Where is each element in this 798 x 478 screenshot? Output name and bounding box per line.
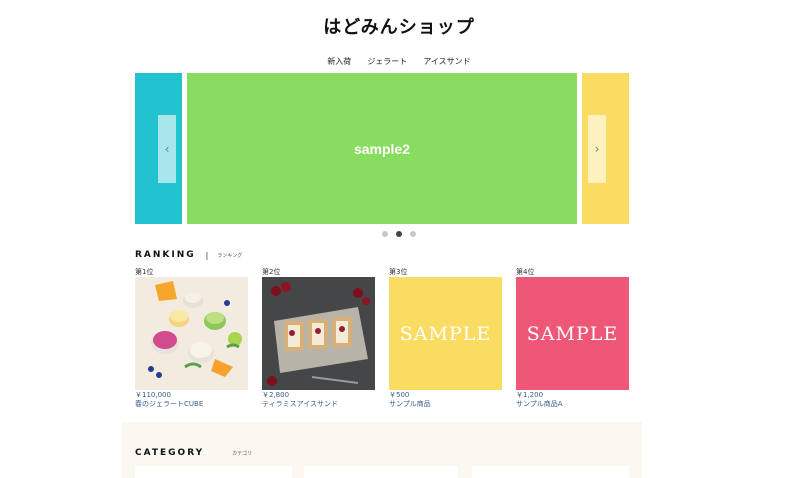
product-image-ice-sandwich[interactable] <box>262 277 375 390</box>
category-heading: CATEGORY カテゴリ <box>135 448 252 458</box>
ranking-heading-jp: ランキング <box>217 252 243 259</box>
ranking-heading-en: RANKING <box>135 250 196 260</box>
category-heading-jp: カテゴリ <box>232 450 253 457</box>
slide-label: sample2 <box>353 140 411 157</box>
product-price: ￥1,200 <box>516 391 544 399</box>
product-name-link[interactable]: サンプル商品A <box>516 400 629 409</box>
chevron-right-icon: › <box>594 142 600 156</box>
nav-item-new-arrivals[interactable]: 新入荷 <box>327 56 351 67</box>
product-name-link[interactable]: 春のジェラートCUBE <box>135 400 248 409</box>
slider-prev-button[interactable]: ‹ <box>158 115 176 183</box>
heading-separator: | <box>205 250 209 260</box>
nav-item-ice-sandwich[interactable]: アイスサンド <box>423 56 470 67</box>
ranking-item[interactable]: 第1位 ￥110,000 春のジェラートCUBE <box>135 267 248 409</box>
product-image-sample[interactable]: SAMPLE <box>516 277 629 390</box>
ranking-item[interactable]: 第3位 SAMPLE ￥500 サンプル商品 <box>389 267 502 409</box>
slider-dots <box>0 231 798 237</box>
slide-current[interactable]: sample2 <box>187 73 577 224</box>
rank-label: 第3位 <box>389 268 408 276</box>
ranking-item[interactable]: 第4位 SAMPLE ￥1,200 サンプル商品A <box>516 267 629 409</box>
category-card[interactable] <box>135 466 292 478</box>
product-name-link[interactable]: サンプル商品 <box>389 400 502 409</box>
category-card[interactable] <box>472 466 629 478</box>
category-card[interactable] <box>304 466 458 478</box>
hero-slider[interactable]: sample2 ‹ › <box>135 73 629 224</box>
main-nav: 新入荷 ジェラート アイスサンド <box>0 56 798 67</box>
rank-label: 第4位 <box>516 268 535 276</box>
chevron-left-icon: ‹ <box>164 142 170 156</box>
ranking-item[interactable]: 第2位 ￥2,800 ティラミスアイスサンド <box>262 267 375 409</box>
shop-title[interactable]: はどみんショップ <box>0 13 798 39</box>
slider-dot[interactable] <box>382 231 388 237</box>
product-name-link[interactable]: ティラミスアイスサンド <box>262 400 375 409</box>
slider-dot[interactable] <box>410 231 416 237</box>
slider-next-button[interactable]: › <box>588 115 606 183</box>
product-price: ￥110,000 <box>135 391 171 399</box>
sample-image-text: SAMPLE <box>399 322 492 345</box>
product-image-sample[interactable]: SAMPLE <box>389 277 502 390</box>
slider-dot-active[interactable] <box>396 231 402 237</box>
ranking-heading: RANKING | ランキング <box>135 250 242 260</box>
sample-image-text: SAMPLE <box>526 322 619 345</box>
product-price: ￥500 <box>389 391 410 399</box>
product-image-gelato-cups[interactable] <box>135 277 248 390</box>
product-price: ￥2,800 <box>262 391 290 399</box>
rank-label: 第1位 <box>135 268 154 276</box>
nav-item-gelato[interactable]: ジェラート <box>367 56 407 67</box>
rank-label: 第2位 <box>262 268 281 276</box>
category-heading-en: CATEGORY <box>135 448 205 458</box>
